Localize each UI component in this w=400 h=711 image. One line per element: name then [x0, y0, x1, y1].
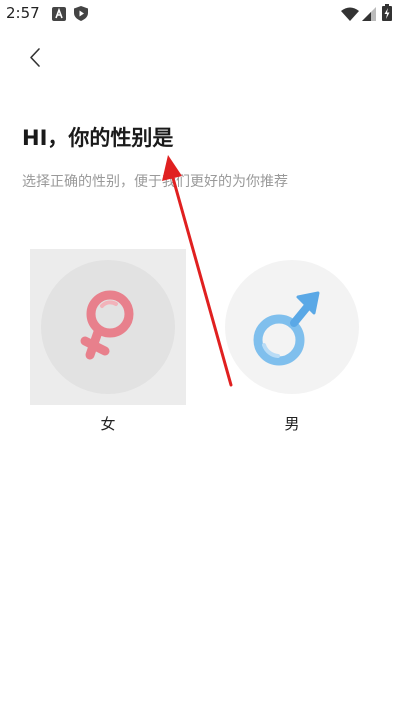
chevron-left-icon — [30, 48, 40, 67]
page-title: HI，你的性别是 — [22, 126, 174, 150]
male-label: 男 — [284, 415, 300, 433]
signal-icon — [362, 6, 376, 25]
shield-play-icon — [74, 6, 88, 25]
female-symbol-icon — [80, 290, 134, 360]
status-time: 2:57 — [6, 4, 40, 22]
male-symbol-icon — [253, 291, 320, 366]
wifi-icon — [341, 6, 359, 25]
status-bar: 2:57 — [0, 0, 400, 28]
male-option[interactable] — [214, 249, 370, 405]
page-subtitle: 选择正确的性别，便于我们更好的为你推荐 — [22, 174, 288, 190]
female-option[interactable] — [30, 249, 186, 405]
female-label: 女 — [100, 415, 116, 433]
a-box-icon — [52, 6, 66, 25]
battery-charging-icon — [382, 4, 392, 25]
back-button[interactable] — [20, 42, 50, 72]
gender-selection-screen: 2:57 HI，你的性别是 选择正确的性别，便于我们更好的为你推荐 女 男 — [0, 0, 400, 711]
